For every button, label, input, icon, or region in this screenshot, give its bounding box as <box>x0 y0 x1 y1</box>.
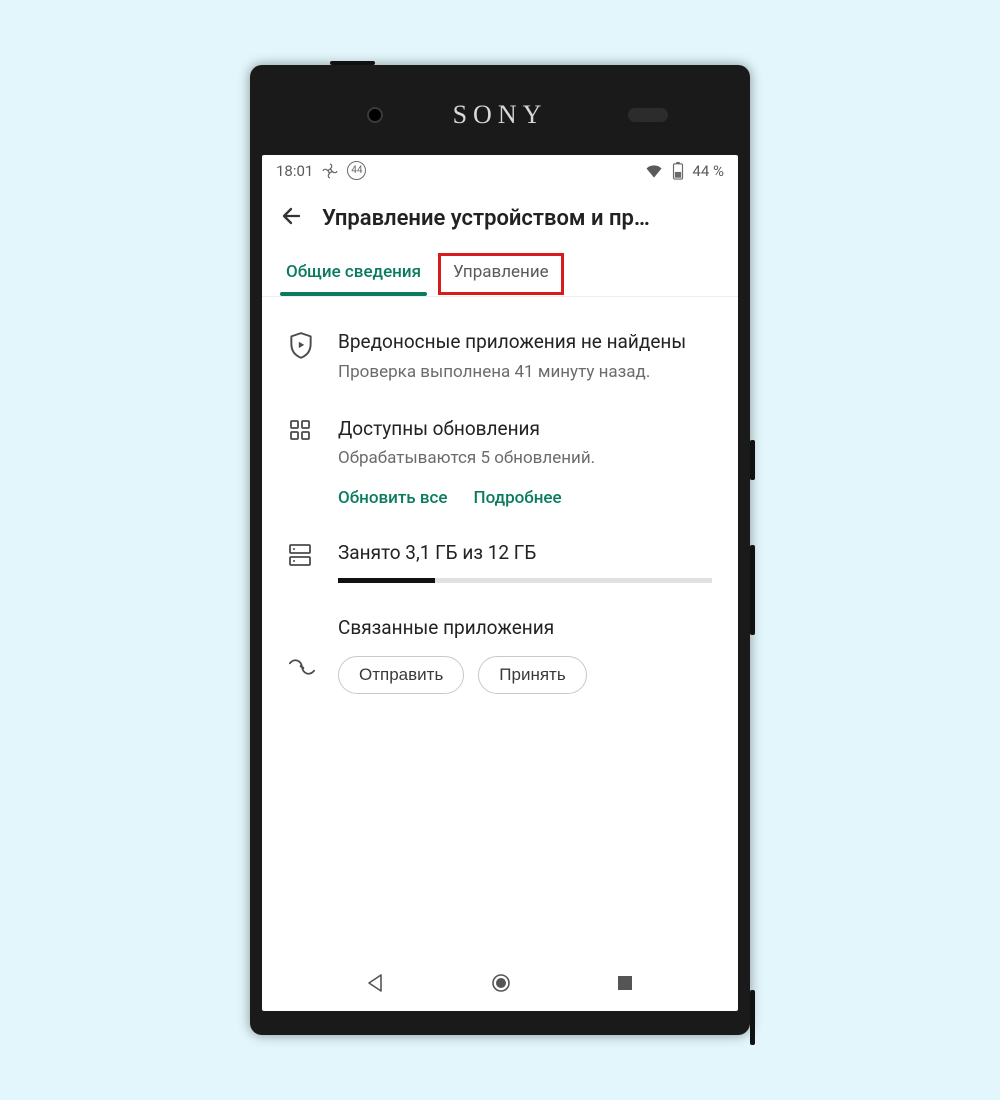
shield-icon <box>288 329 316 384</box>
battery-icon <box>672 162 684 180</box>
tab-manage[interactable]: Управление <box>437 252 565 296</box>
nav-recent-button[interactable] <box>616 974 634 996</box>
updates-title: Доступны обновления <box>338 416 712 442</box>
share-icon <box>288 615 316 695</box>
back-button[interactable] <box>280 204 304 232</box>
linked-apps-title: Связанные приложения <box>338 615 712 641</box>
screen: 18:01 44 <box>262 155 738 1011</box>
apps-grid-icon <box>288 416 316 509</box>
receive-button[interactable]: Принять <box>478 656 586 694</box>
wifi-icon <box>644 163 664 179</box>
status-bar: 18:01 44 <box>262 155 738 182</box>
notification-count-badge: 44 <box>347 161 366 180</box>
send-button[interactable]: Отправить <box>338 656 464 694</box>
front-camera <box>367 107 383 123</box>
protect-subtitle: Проверка выполнена 41 минуту назад. <box>338 361 712 384</box>
fan-icon <box>321 162 339 180</box>
earpiece <box>628 108 668 122</box>
page-title: Управление устройством и пр… <box>322 206 720 231</box>
tabs: Общие сведения Управление <box>262 252 738 297</box>
tab-overview[interactable]: Общие сведения <box>270 252 437 296</box>
nav-home-button[interactable] <box>490 972 512 998</box>
storage-bar <box>338 578 712 583</box>
update-all-button[interactable]: Обновить все <box>338 488 448 508</box>
app-bar: Управление устройством и пр… <box>262 182 738 252</box>
storage-bar-fill <box>338 578 435 583</box>
play-protect-row[interactable]: Вредоносные приложения не найдены Провер… <box>262 307 738 394</box>
device-brand: SONY <box>453 100 548 130</box>
storage-text: Занято 3,1 ГБ из 12 ГБ <box>338 540 712 566</box>
content: Вредоносные приложения не найдены Провер… <box>262 297 738 959</box>
android-nav-bar <box>262 959 738 1011</box>
updates-row: Доступны обновления Обрабатываются 5 обн… <box>262 394 738 519</box>
status-time: 18:01 <box>276 162 313 180</box>
nav-back-button[interactable] <box>366 973 386 997</box>
storage-row[interactable]: Занято 3,1 ГБ из 12 ГБ <box>262 518 738 593</box>
updates-subtitle: Обрабатываются 5 обновлений. <box>338 447 712 470</box>
updates-details-button[interactable]: Подробнее <box>474 488 562 508</box>
phone-frame: SONY 18:01 44 <box>250 65 750 1035</box>
linked-apps-row: Связанные приложения Отправить Принять <box>262 593 738 705</box>
storage-icon <box>288 540 316 583</box>
battery-percent: 44 % <box>692 162 724 180</box>
phone-bezel-top: SONY <box>262 75 738 155</box>
protect-title: Вредоносные приложения не найдены <box>338 329 712 355</box>
